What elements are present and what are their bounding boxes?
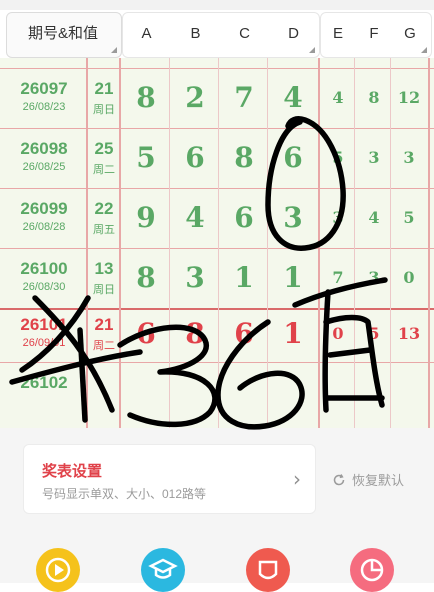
reset-default-label: 恢复默认	[352, 473, 405, 488]
digit-d: 6	[283, 141, 303, 174]
pie-icon[interactable]	[350, 548, 394, 592]
value-e: 3	[332, 208, 344, 227]
digit-c: 6	[234, 201, 254, 234]
digit-d: 1	[283, 317, 303, 350]
play-icon[interactable]	[36, 548, 80, 592]
column-header-g: G	[404, 25, 416, 42]
reset-default-button[interactable]: 恢复默认	[332, 470, 404, 489]
pie-glyph-icon	[360, 558, 384, 582]
column-divider	[354, 58, 355, 428]
issue-number: 26100	[20, 259, 68, 278]
value-g: 12	[397, 88, 421, 107]
column-divider	[318, 58, 320, 428]
graduate-glyph-icon	[148, 558, 178, 579]
sum-value: 21	[94, 79, 114, 98]
value-f: 8	[368, 88, 380, 107]
column-divider	[169, 58, 170, 428]
table-row[interactable]: 26098 26/08/25 25 周二 5 6 8 6 5 3 3	[0, 129, 434, 187]
sum-value: 21	[94, 315, 114, 334]
digit-b: 4	[185, 201, 205, 234]
award-settings-subtitle: 号码显示单双、大小、012路等	[42, 487, 207, 501]
value-e: 4	[332, 88, 344, 107]
column-header-f: F	[369, 25, 379, 42]
column-header-e: E	[332, 25, 343, 42]
issue-number: 26099	[20, 199, 68, 218]
weekday: 周二	[93, 164, 115, 176]
weekday: 周日	[93, 104, 115, 116]
column-divider	[390, 58, 391, 428]
value-f: 3	[368, 268, 380, 287]
issue-date: 26/08/23	[22, 101, 66, 113]
award-settings-card[interactable]: 奖表设置 号码显示单双、大小、012路等 ›	[23, 444, 316, 514]
digit-a: 8	[136, 81, 156, 114]
digit-a: 8	[136, 261, 156, 294]
value-f: 3	[368, 148, 380, 167]
shield-icon[interactable]	[246, 548, 290, 592]
status-bar	[0, 0, 434, 10]
sum-value: 22	[94, 199, 114, 218]
value-g: 13	[397, 324, 421, 343]
column-header-b: B	[190, 25, 201, 42]
table-row[interactable]: 26097 26/08/23 21 周日 8 2 7 4 4 8 12	[0, 69, 434, 127]
graduate-icon[interactable]	[141, 548, 185, 592]
value-f: 5	[368, 324, 380, 343]
table-row[interactable]: 26102	[0, 363, 434, 421]
column-header-d: D	[288, 25, 299, 42]
table-row[interactable]: 26100 26/08/30 13 周日 8 3 1 1 7 3 0	[0, 249, 434, 307]
column-divider	[119, 58, 121, 428]
table-header: 期号&和值 A B C D E F G	[0, 10, 434, 59]
play-glyph-icon	[45, 557, 71, 583]
value-f: 4	[368, 208, 380, 227]
issue-number: 26098	[20, 139, 68, 158]
sum-value: 25	[94, 139, 114, 158]
issue-column-header: 期号&和值	[27, 25, 98, 42]
value-e: 7	[332, 268, 344, 287]
column-header-c: C	[239, 25, 250, 42]
value-g: 3	[403, 148, 415, 167]
weekday: 周二	[93, 340, 115, 352]
issue-number: 26101	[20, 315, 68, 334]
value-g: 5	[403, 208, 415, 227]
digit-c: 7	[234, 81, 254, 114]
issue-number: 26097	[20, 79, 68, 98]
digit-a: 5	[136, 141, 156, 174]
issue-number: 26102	[20, 373, 68, 392]
refresh-icon	[333, 474, 345, 486]
digit-d: 1	[283, 261, 303, 294]
table-row[interactable]: 26099 26/08/28 22 周五 9 4 6 3 3 4 5	[0, 189, 434, 247]
column-header-a: A	[141, 25, 152, 42]
value-e: 5	[332, 148, 344, 167]
shield-glyph-icon	[258, 560, 278, 580]
digit-c: 1	[234, 261, 254, 294]
value-e: 0	[332, 324, 344, 343]
digit-b: 6	[185, 141, 205, 174]
sum-value: 13	[94, 259, 114, 278]
table-row-highlighted[interactable]: 26101 26/09/01 21 周二 6 8 6 1 0 5 13	[0, 305, 434, 363]
issue-date: 26/09/01	[22, 337, 66, 349]
digit-c: 6	[234, 317, 254, 350]
weekday: 周五	[93, 224, 115, 236]
column-divider	[428, 58, 430, 428]
digit-b: 3	[185, 261, 205, 294]
column-divider	[267, 58, 268, 428]
digit-b: 8	[185, 317, 205, 350]
digit-d: 4	[283, 81, 303, 114]
column-divider	[218, 58, 219, 428]
digit-a: 9	[136, 201, 156, 234]
weekday: 周日	[93, 284, 115, 296]
chevron-right-icon: ›	[293, 467, 301, 491]
issue-date: 26/08/30	[22, 281, 66, 293]
value-g: 0	[403, 268, 415, 287]
digit-d: 3	[283, 201, 303, 234]
column-divider	[86, 58, 88, 428]
digit-a: 6	[136, 317, 156, 350]
award-settings-title: 奖表设置	[42, 463, 103, 480]
issue-date: 26/08/25	[22, 161, 66, 173]
digit-c: 8	[234, 141, 254, 174]
issue-date: 26/08/28	[22, 221, 66, 233]
digit-b: 2	[185, 81, 205, 114]
